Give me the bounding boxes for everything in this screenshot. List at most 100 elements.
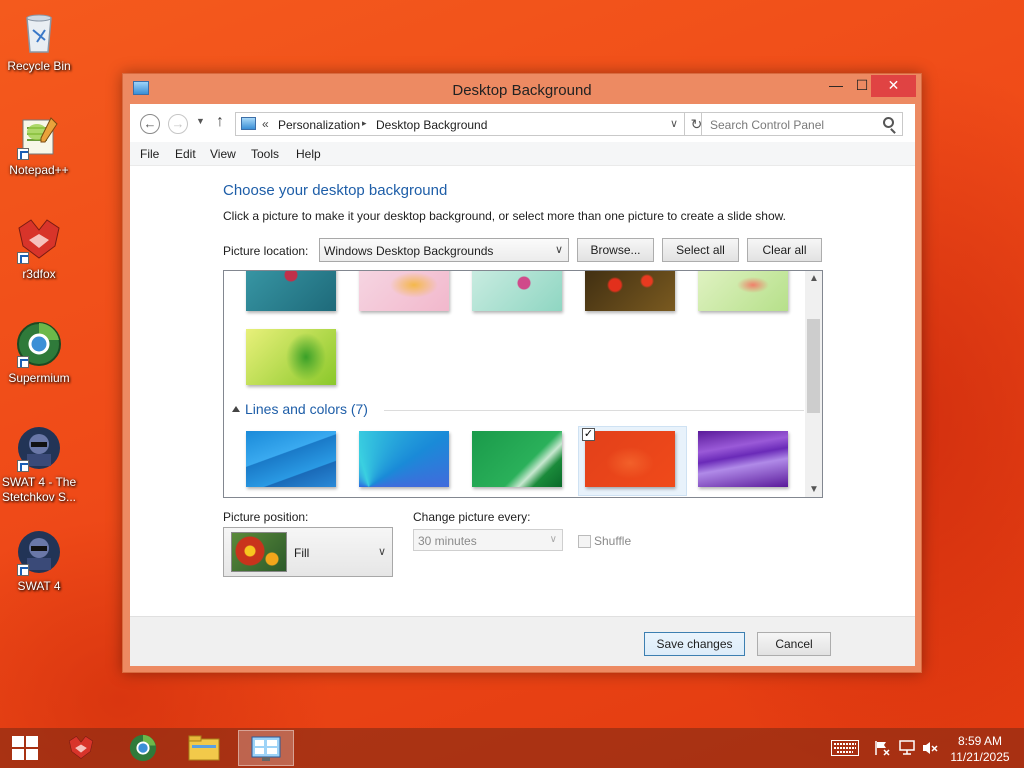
forward-button[interactable]: → [168, 114, 188, 134]
desktop-icon-label: SWAT 4 [17, 579, 61, 593]
folder-icon [188, 735, 220, 761]
shuffle-checkbox[interactable] [578, 535, 591, 548]
taskbar: 8:59 AM 11/21/2025 [0, 728, 1024, 768]
shortcut-arrow-icon [17, 148, 29, 160]
recent-pages-dropdown[interactable]: ▼ [196, 116, 205, 126]
taskbar-supermium[interactable] [116, 730, 172, 766]
control-panel-icon [241, 117, 256, 130]
wallpaper-thumbnail[interactable] [472, 271, 562, 311]
search-input[interactable]: Search Control Panel [701, 112, 903, 136]
wallpaper-thumbnail[interactable] [585, 271, 675, 311]
chevron-down-icon[interactable]: ∨ [670, 117, 678, 130]
shortcut-arrow-icon [17, 564, 29, 576]
chevron-down-icon: ∨ [377, 546, 386, 558]
breadcrumb-desktop-background[interactable]: Desktop Background [376, 118, 487, 132]
r3dfox-icon [69, 735, 93, 759]
group-divider [384, 410, 804, 411]
supermium-icon [15, 320, 63, 368]
network-icon[interactable] [899, 740, 915, 756]
picture-position-label: Picture position: [223, 510, 309, 524]
page-title: Choose your desktop background [223, 182, 448, 199]
select-all-button[interactable]: Select all [662, 238, 739, 262]
main-content: Choose your desktop background Click a p… [130, 166, 915, 616]
wallpaper-thumbnail[interactable] [359, 271, 449, 311]
desktop-background-window: Desktop Background — ☐ ✕ ← → ▼ ↑ « Perso… [122, 73, 922, 673]
desktop-icon-label: Recycle Bin [7, 59, 71, 73]
control-panel-icon [251, 736, 281, 761]
scroll-down-icon[interactable]: ▼ [809, 484, 819, 495]
gallery-scrollbar[interactable]: ▲ ▼ [805, 271, 822, 497]
wallpaper-thumbnail-selected[interactable] [585, 431, 675, 487]
navigation-bar: ← → ▼ ↑ « Personalization ▸ Desktop Back… [130, 104, 915, 142]
scrollbar-thumb[interactable] [807, 319, 820, 413]
volume-muted-icon[interactable] [922, 740, 938, 756]
desktop-icon-label: Notepad++ [9, 163, 69, 177]
desktop-icon-recycle-bin[interactable]: Recycle Bin [0, 8, 78, 74]
desktop-icon-label: SWAT 4 - The Stetchkov S... [1, 475, 77, 504]
desktop-icon-label: r3dfox [22, 267, 56, 281]
title-bar[interactable]: Desktop Background — ☐ ✕ [123, 74, 921, 104]
menu-tools[interactable]: Tools [251, 147, 279, 161]
wallpaper-thumbnail[interactable] [698, 271, 788, 311]
wallpaper-thumbnail[interactable] [246, 329, 336, 385]
shortcut-arrow-icon [17, 460, 29, 472]
desktop-icon-supermium[interactable]: Supermium [0, 320, 78, 386]
breadcrumb-personalization[interactable]: Personalization [278, 118, 360, 132]
wallpaper-thumbnail[interactable] [246, 431, 336, 487]
taskbar-file-explorer[interactable] [176, 730, 232, 766]
menu-bar: File Edit View Tools Help [130, 142, 915, 166]
picture-location-select[interactable]: Windows Desktop Backgrounds ∨ [319, 238, 569, 262]
minimize-button[interactable]: — [823, 75, 849, 97]
swat4-stetchkov-icon [15, 424, 63, 472]
picture-location-value: Windows Desktop Backgrounds [324, 244, 494, 258]
shortcut-arrow-icon [17, 252, 29, 264]
clock-date[interactable]: 11/21/2025 [950, 750, 1010, 764]
menu-edit[interactable]: Edit [175, 147, 196, 161]
collapse-group-icon[interactable] [232, 406, 240, 412]
keyboard-icon[interactable] [831, 740, 859, 756]
search-placeholder: Search Control Panel [710, 118, 825, 132]
wallpaper-thumbnail[interactable] [246, 271, 336, 311]
window-title: Desktop Background [452, 82, 592, 99]
menu-help[interactable]: Help [296, 147, 321, 161]
menu-file[interactable]: File [140, 147, 159, 161]
menu-view[interactable]: View [210, 147, 236, 161]
clock-time[interactable]: 8:59 AM [950, 734, 1010, 748]
close-button[interactable]: ✕ [871, 75, 916, 97]
wallpaper-thumbnail[interactable] [472, 431, 562, 487]
address-chevron[interactable]: « [262, 117, 269, 131]
action-center-flag-icon[interactable] [874, 740, 890, 756]
cancel-button[interactable]: Cancel [757, 632, 831, 656]
save-changes-button[interactable]: Save changes [644, 632, 745, 656]
breadcrumb-separator[interactable]: ▸ [362, 118, 367, 129]
r3dfox-icon [15, 216, 63, 264]
desktop-icon-notepadpp[interactable]: Notepad++ [0, 112, 78, 178]
taskbar-r3dfox[interactable] [56, 730, 112, 766]
chevron-down-icon: ∨ [554, 244, 563, 256]
back-button[interactable]: ← [140, 114, 160, 134]
window-client-area: ← → ▼ ↑ « Personalization ▸ Desktop Back… [130, 104, 915, 666]
selected-checkbox[interactable]: ✓ [582, 428, 595, 441]
wallpaper-thumbnail[interactable] [359, 431, 449, 487]
group-header-lines-and-colors[interactable]: Lines and colors (7) [245, 401, 368, 417]
browse-button[interactable]: Browse... [577, 238, 654, 262]
change-picture-label: Change picture every: [413, 510, 531, 524]
picture-position-preview [231, 532, 287, 572]
shuffle-label: Shuffle [594, 534, 632, 548]
picture-position-value: Fill [294, 546, 310, 560]
taskbar-control-panel[interactable] [238, 730, 294, 766]
supermium-icon [129, 734, 157, 762]
chevron-down-icon: ∨ [549, 534, 557, 545]
desktop-icon-swat4[interactable]: SWAT 4 [0, 528, 78, 594]
up-button[interactable]: ↑ [216, 113, 224, 131]
search-icon[interactable] [883, 117, 894, 128]
wallpaper-thumbnail[interactable] [698, 431, 788, 487]
clear-all-button[interactable]: Clear all [747, 238, 822, 262]
desktop-icon-r3dfox[interactable]: r3dfox [0, 216, 78, 282]
start-button[interactable] [12, 736, 38, 760]
change-picture-select[interactable]: 30 minutes ∨ [413, 529, 563, 551]
scroll-up-icon[interactable]: ▲ [809, 273, 819, 284]
picture-position-select[interactable]: Fill ∨ [223, 527, 393, 577]
address-bar[interactable]: « Personalization ▸ Desktop Background ∨ [235, 112, 685, 136]
desktop-icon-swat4-stetchkov[interactable]: SWAT 4 - The Stetchkov S... [0, 424, 78, 505]
